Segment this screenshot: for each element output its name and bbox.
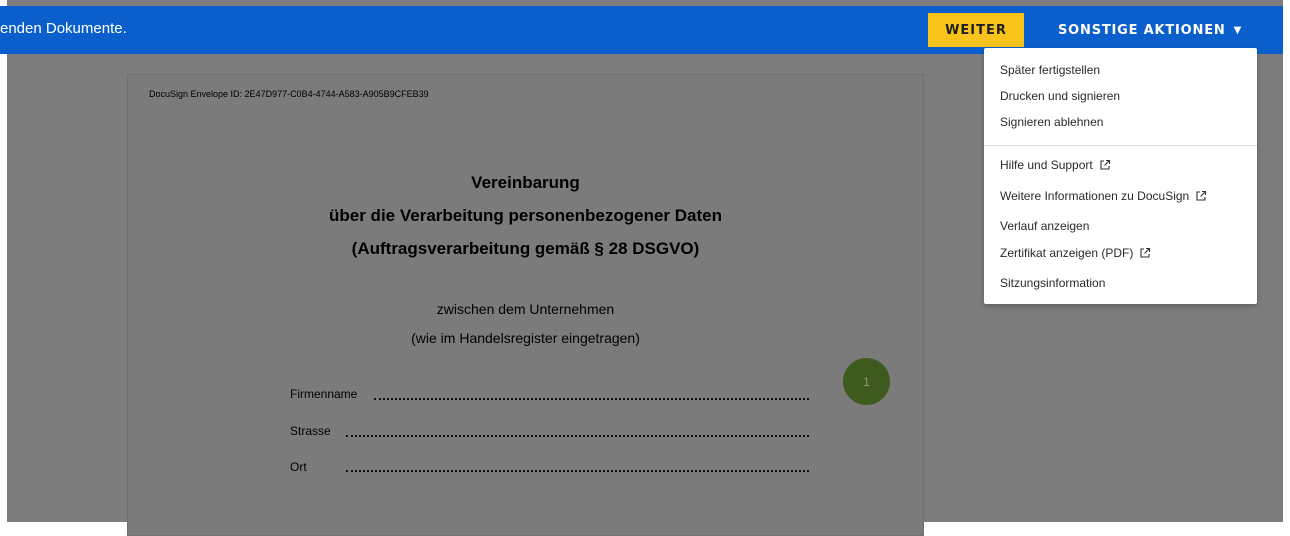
field-label-street: Strasse — [290, 424, 331, 438]
menu-item-more-info-docusign[interactable]: Weitere Informationen zu DocuSign — [1000, 189, 1207, 203]
menu-item-label: Hilfe und Support — [1000, 158, 1093, 172]
external-link-icon — [1140, 247, 1151, 258]
menu-item-session-information[interactable]: Sitzungsinformation — [1000, 276, 1105, 290]
instruction-text: enden Dokumente. — [0, 20, 127, 37]
menu-item-label: Weitere Informationen zu DocuSign — [1000, 189, 1190, 203]
field-label-city: Ort — [290, 460, 307, 474]
external-link-icon — [1196, 190, 1207, 201]
document-title-line-1: Vereinbarung — [471, 173, 580, 192]
between-line-1: zwischen dem Unternehmen — [436, 301, 615, 317]
menu-item-label: Sitzungsinformation — [1000, 276, 1106, 290]
menu-item-finish-later[interactable]: Später fertigstellen — [1000, 63, 1100, 77]
document-page: DocuSign Envelope ID: 2E47D977-C0B4-4744… — [127, 74, 924, 536]
other-actions-button[interactable]: SONSTIGE AKTIONEN ▼ — [1044, 13, 1254, 47]
menu-item-view-certificate[interactable]: Zertifikat anzeigen (PDF) — [1000, 246, 1151, 260]
field-line-city — [346, 470, 809, 472]
document-title-line-2: über die Verarbeitung personenbezogener … — [329, 206, 722, 225]
field-line-street — [346, 435, 809, 437]
caret-down-icon: ▼ — [1233, 24, 1243, 36]
continue-button[interactable]: WEITER — [928, 13, 1024, 47]
menu-item-decline-to-sign[interactable]: Signieren ablehnen — [1000, 115, 1103, 129]
menu-item-help-and-support[interactable]: Hilfe und Support — [1000, 158, 1111, 172]
document-title-line-3: (Auftragsverarbeitung gemäß § 28 DSGVO) — [351, 239, 700, 258]
menu-item-label: Zertifikat anzeigen (PDF) — [1000, 246, 1134, 260]
menu-divider — [984, 145, 1257, 146]
between-line-2: (wie im Handelsregister eingetragen) — [411, 330, 640, 346]
other-actions-label: SONSTIGE AKTIONEN — [1058, 22, 1226, 38]
signature-field-marker[interactable]: 1 — [843, 358, 890, 405]
field-label-company: Firmenname — [290, 387, 358, 401]
top-bar: enden Dokumente. WEITER SONSTIGE AKTIONE… — [0, 6, 1283, 54]
other-actions-menu: Später fertigstellen Drucken und signier… — [984, 48, 1257, 304]
menu-item-label: Drucken und signieren — [1000, 89, 1121, 103]
envelope-id: DocuSign Envelope ID: 2E47D977-C0B4-4744… — [149, 89, 429, 99]
menu-item-label: Signieren ablehnen — [1000, 115, 1104, 129]
menu-item-print-and-sign[interactable]: Drucken und signieren — [1000, 89, 1120, 103]
field-line-company — [374, 398, 809, 400]
external-link-icon — [1100, 159, 1110, 170]
menu-item-label: Später fertigstellen — [1000, 63, 1101, 77]
menu-item-view-history[interactable]: Verlauf anzeigen — [1000, 219, 1089, 233]
menu-item-label: Verlauf anzeigen — [1000, 219, 1090, 233]
window-edge — [1283, 0, 1290, 522]
